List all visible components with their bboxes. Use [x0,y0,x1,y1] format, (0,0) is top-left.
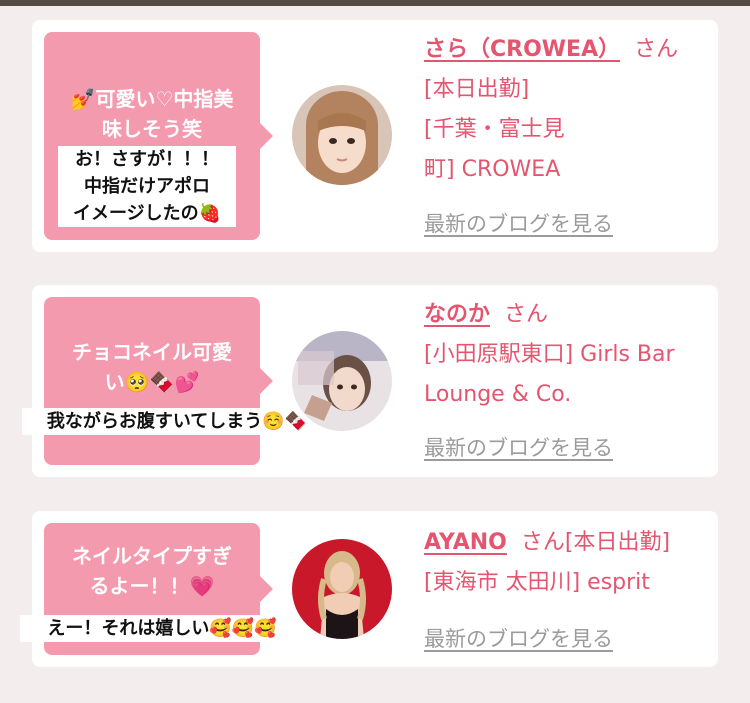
entry-info: さら（CROWEA） さん [本日出勤] [千葉・富士見 町] CROWEA [424,30,714,190]
info-line: [本日出勤] [424,77,530,102]
info-line: 町] CROWEA [424,157,561,182]
latest-blog-link[interactable]: 最新のブログを見る [424,623,613,653]
top-bar [0,0,750,6]
cast-name-link[interactable]: なのか [424,302,490,327]
text-sticker: 我ながらお腹すいてしまう☺️🍫 [22,408,332,435]
honorific: さん [634,37,679,62]
sticker-text-line: 中指だけアポロ [84,176,210,197]
cast-name-link[interactable]: さら（CROWEA） [424,37,620,62]
comment-bubble: チョコネイル可愛 い🥺🍫💕 [44,297,273,465]
entry-info: なのか さん [小田原駅東口] Girls Bar Lounge & Co. [424,295,714,415]
text-sticker: お！さすが！！！ 中指だけアポロ イメージしたの🍓 [58,146,236,227]
entry-info: AYANO さん[本日出勤] [東海市 太田川] esprit [424,523,714,603]
bubble-text-line: チョコネイル可愛 [72,340,232,364]
info-line: Lounge & Co. [424,382,572,407]
blog-card[interactable]: 💅可愛い♡中指美 味しそう笑 お！さすが！！！ 中指だけアポロ イメージしたの🍓… [32,20,718,252]
info-line: [東海市 太田川] esprit [424,570,650,595]
blog-card[interactable]: ネイルタイプすぎ るよー！！💗 えー！それは嬉しい🥰🥰🥰 AYANO さん[本日出… [20,511,718,667]
latest-blog-link[interactable]: 最新のブログを見る [424,432,613,462]
bubble-text-line: ネイルタイプすぎ [72,544,232,568]
bubble-text-line: るよー！！💗 [89,574,215,598]
honorific: さん [504,302,549,327]
avatar[interactable] [292,331,392,431]
text-sticker: えー！それは嬉しい🥰🥰🥰 [20,615,304,642]
info-line: [千葉・富士見 [424,117,565,142]
bubble-text-line: い🥺🍫💕 [104,370,200,394]
bubble-text-line: 💅可愛い♡中指美 [70,87,234,111]
sticker-text-line: イメージしたの🍓 [72,203,222,224]
sticker-text-line: 我ながらお腹すいてしまう☺️🍫 [46,411,308,432]
info-line: [小田原駅東口] Girls Bar [424,342,675,367]
sticker-text-line: えー！それは嬉しい🥰🥰🥰 [47,618,277,639]
avatar[interactable] [292,85,392,185]
latest-blog-link[interactable]: 最新のブログを見る [424,208,613,238]
sticker-text-line: お！さすが！！！ [75,149,219,170]
avatar[interactable] [292,539,392,639]
honorific: さん[本日出勤] [520,530,671,555]
cast-name-link[interactable]: AYANO [424,530,507,555]
bubble-text-line: 味しそう笑 [102,117,202,141]
blog-card[interactable]: チョコネイル可愛 い🥺🍫💕 我ながらお腹すいてしまう☺️🍫 なのか さん [小田原… [22,285,718,477]
